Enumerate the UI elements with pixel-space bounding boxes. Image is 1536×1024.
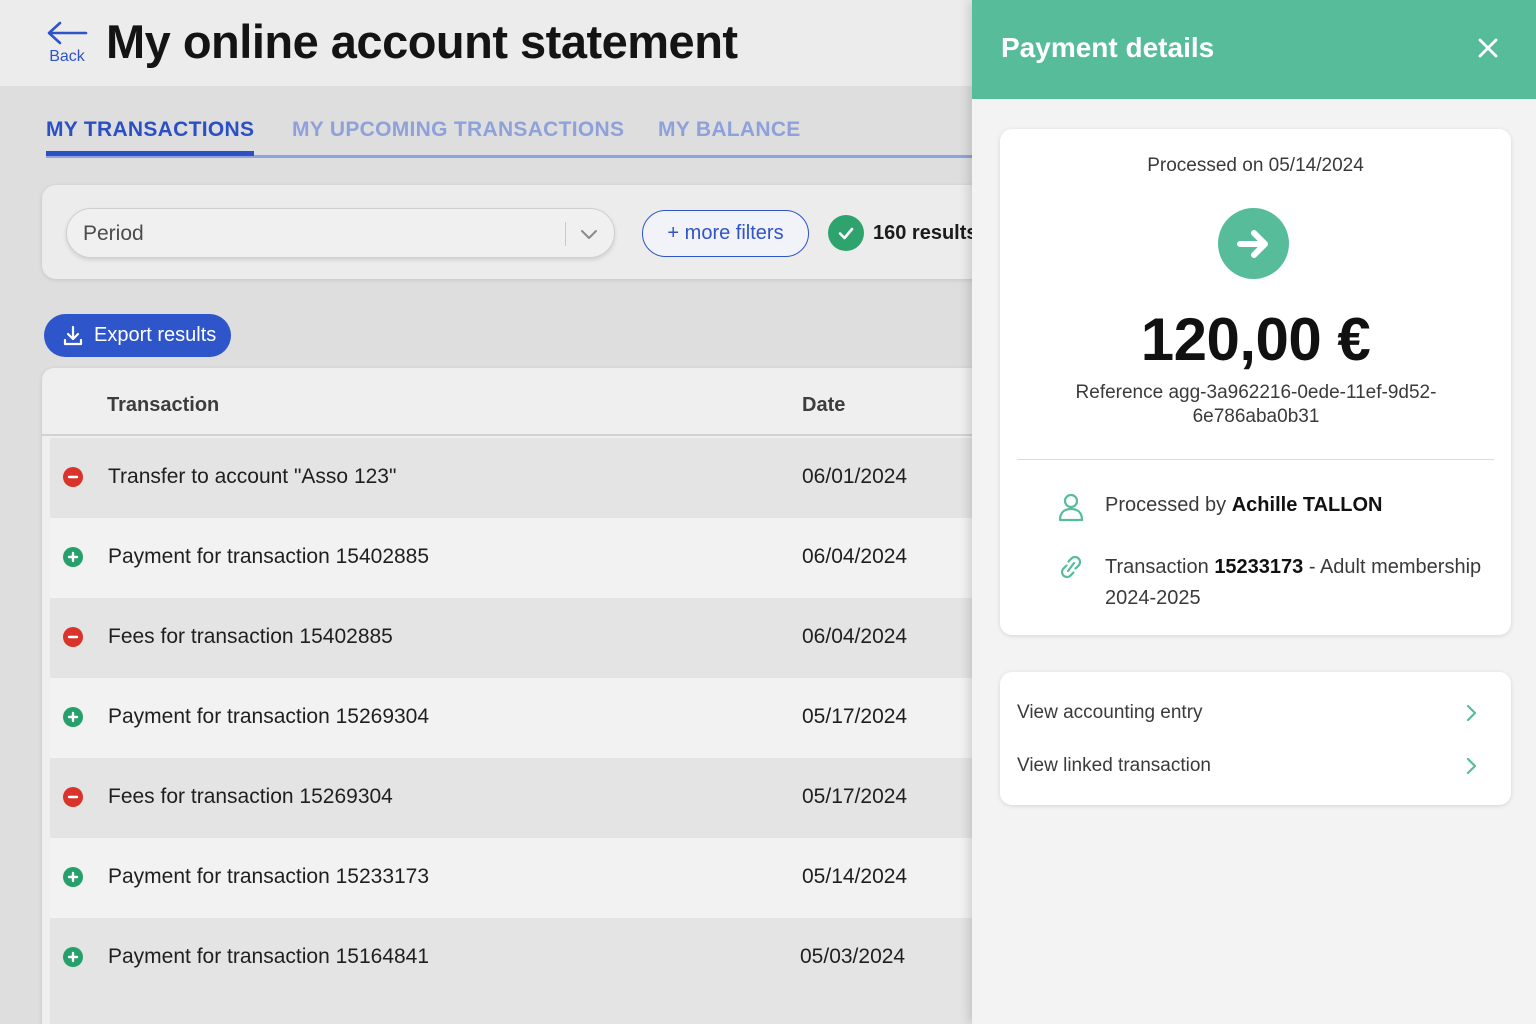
transaction-label: Transfer to account "Asso 123" — [108, 465, 397, 488]
transaction-id: 15233173 — [1214, 556, 1304, 578]
transaction-prefix: Transaction — [1105, 556, 1215, 578]
transaction-date: 05/03/2024 — [800, 945, 906, 968]
close-icon[interactable] — [1475, 35, 1501, 61]
table-row[interactable]: Payment for transaction 15402885 06/04/2… — [50, 518, 972, 598]
chevron-right-icon — [1466, 757, 1477, 775]
drawer-header: Payment details — [972, 0, 1536, 99]
divider — [1017, 459, 1494, 460]
arrow-right-icon — [1218, 208, 1289, 279]
processed-by-name: Achille TALLON — [1231, 494, 1383, 516]
transaction-label: Payment for transaction 15233173 — [108, 865, 430, 888]
tab-my-upcoming-transactions[interactable]: MY UPCOMING TRANSACTIONS — [292, 118, 624, 154]
payment-reference: Reference agg-3a962216-0ede-11ef-9d52-6e… — [1075, 382, 1437, 427]
drawer-title: Payment details — [1001, 32, 1215, 63]
processed-by: Processed by Achille TALLON — [1105, 494, 1382, 517]
linked-transaction-info: Transaction 15233173 - Adult membership … — [1105, 552, 1495, 614]
chevron-right-icon — [1466, 704, 1477, 722]
transaction-label: Payment for transaction 15402885 — [108, 545, 430, 568]
table-row[interactable]: Fees for transaction 15402885 06/04/2024 — [50, 598, 972, 678]
transaction-date: 05/17/2024 — [802, 785, 908, 808]
view-accounting-entry-link[interactable]: View accounting entry — [1000, 688, 1511, 738]
link-label: View accounting entry — [1017, 702, 1203, 723]
payment-details-drawer: Payment details Processed on 05/14/2024 … — [972, 0, 1536, 1024]
transaction-date: 05/17/2024 — [802, 705, 908, 728]
minus-circle-icon — [63, 467, 83, 487]
transaction-date: 06/04/2024 — [802, 625, 908, 648]
table-row[interactable]: Payment for transaction 15269304 05/17/2… — [50, 678, 972, 758]
transaction-date: 06/01/2024 — [802, 465, 908, 488]
transactions-table: Transaction Date Transfer to account "As… — [42, 368, 972, 1024]
tab-my-transactions[interactable]: MY TRANSACTIONS — [46, 118, 255, 156]
back-button[interactable]: Back — [44, 20, 90, 68]
processed-date: Processed on 05/14/2024 — [1147, 155, 1364, 176]
transaction-label: Payment for transaction 15164841 — [108, 945, 430, 968]
table-row[interactable]: Payment for transaction 15233173 05/14/2… — [50, 838, 972, 918]
transaction-label: Payment for transaction 15269304 — [108, 705, 430, 728]
more-filters-button[interactable]: + more filters — [642, 210, 809, 257]
table-header: Transaction Date — [42, 368, 972, 436]
tab-my-balance[interactable]: MY BALANCE — [658, 118, 801, 154]
results-count: 160 results — [873, 222, 972, 244]
column-header-date: Date — [802, 394, 846, 416]
download-icon — [63, 325, 83, 345]
plus-circle-icon — [63, 947, 83, 967]
table-row[interactable]: Payment for transaction 15164841 05/03/2… — [50, 918, 972, 1024]
top-bar: Back My online account statement — [0, 0, 972, 86]
plus-circle-icon — [63, 707, 83, 727]
export-results-label: Export results — [94, 324, 217, 346]
chevron-down-icon — [581, 230, 597, 239]
period-select-label: Period — [83, 222, 144, 245]
processed-by-prefix: Processed by — [1105, 494, 1232, 516]
page-title: My online account statement — [106, 15, 738, 68]
drawer-links-card: View accounting entry View linked transa… — [1000, 672, 1511, 805]
back-label: Back — [49, 48, 85, 65]
transaction-label: Fees for transaction 15402885 — [108, 625, 393, 648]
minus-circle-icon — [63, 787, 83, 807]
transaction-date: 05/14/2024 — [802, 865, 908, 888]
table-row[interactable]: Fees for transaction 15269304 05/17/2024 — [50, 758, 972, 838]
link-icon — [1060, 555, 1082, 579]
payment-summary-card: Processed on 05/14/2024 120,00 € Referen… — [1000, 129, 1511, 635]
filter-bar: Period + more filters 160 results — [42, 185, 972, 279]
arrow-left-icon — [47, 21, 88, 45]
transaction-label: Fees for transaction 15269304 — [108, 785, 393, 808]
minus-circle-icon — [63, 627, 83, 647]
export-results-button[interactable]: Export results — [44, 314, 231, 357]
view-linked-transaction-link[interactable]: View linked transaction — [1000, 741, 1511, 791]
plus-circle-icon — [63, 867, 83, 887]
transaction-date: 06/04/2024 — [802, 545, 908, 568]
payment-amount: 120,00 € — [1140, 306, 1371, 373]
person-icon — [1058, 493, 1084, 522]
select-divider — [565, 222, 566, 246]
link-label: View linked transaction — [1017, 755, 1211, 776]
column-header-transaction: Transaction — [107, 394, 220, 416]
main-area: Back My online account statement MY TRAN… — [0, 0, 972, 1024]
plus-circle-icon — [63, 547, 83, 567]
check-icon — [828, 215, 864, 251]
period-select[interactable]: Period — [66, 208, 615, 258]
table-row[interactable]: Transfer to account "Asso 123" 06/01/202… — [50, 438, 972, 518]
tab-bar: MY TRANSACTIONS MY UPCOMING TRANSACTIONS… — [46, 112, 972, 158]
